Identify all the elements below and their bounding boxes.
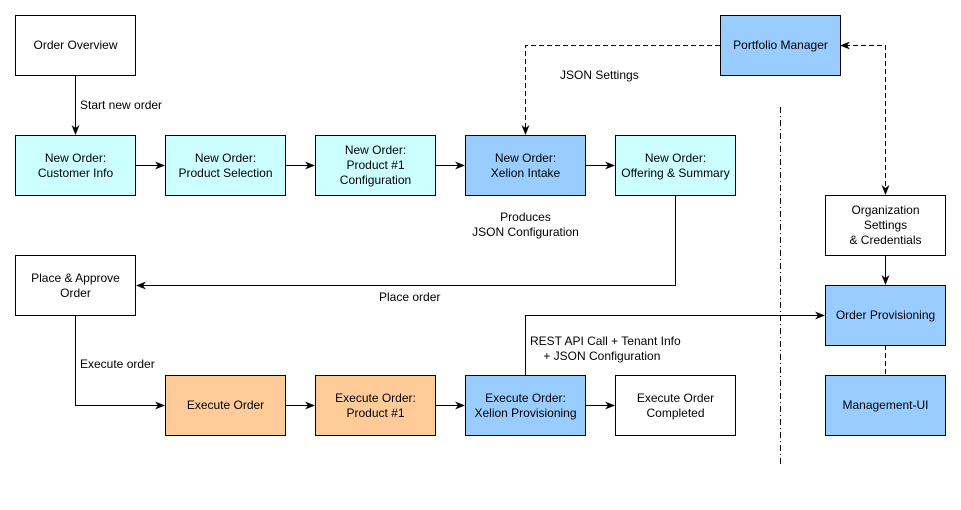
label-start-new-order: Start new order (80, 98, 163, 112)
node-management-ui[interactable]: Management-UI (825, 375, 946, 436)
node-organization-settings[interactable]: Organization Settings & Credentials (825, 195, 946, 256)
label-json-settings: JSON Settings (560, 68, 639, 82)
label-rest-api-call: REST API Call + Tenant Info + JSON Confi… (530, 334, 681, 363)
node-customer-info[interactable]: New Order: Customer Info (15, 135, 136, 196)
edge-org-settings-portfolio (840, 41, 890, 195)
edge-offering-to-place-approve (136, 195, 676, 290)
node-execute-order-completed[interactable]: Execute Order Completed (615, 375, 736, 436)
label-produces-json: Produces JSON Configuration (472, 210, 579, 239)
node-order-provisioning[interactable]: Order Provisioning (825, 285, 946, 346)
edge-portfolio-to-xelion-intake (521, 45, 720, 135)
label-place-order: Place order (379, 290, 441, 304)
node-portfolio-manager[interactable]: Portfolio Manager (720, 15, 841, 76)
node-place-approve-order[interactable]: Place & Approve Order (15, 255, 136, 316)
node-execute-xelion-provisioning[interactable]: Execute Order: Xelion Provisioning (465, 375, 586, 436)
node-product-selection[interactable]: New Order: Product Selection (165, 135, 286, 196)
node-product-configuration[interactable]: New Order: Product #1 Configuration (315, 135, 436, 196)
label-execute-order: Execute order (80, 357, 155, 371)
node-execute-order[interactable]: Execute Order (165, 375, 286, 436)
node-execute-product[interactable]: Execute Order: Product #1 (315, 375, 436, 436)
node-xelion-intake[interactable]: New Order: Xelion Intake (465, 135, 586, 196)
node-order-overview[interactable]: Order Overview (15, 15, 136, 76)
node-offering-summary[interactable]: New Order: Offering & Summary (615, 135, 736, 196)
